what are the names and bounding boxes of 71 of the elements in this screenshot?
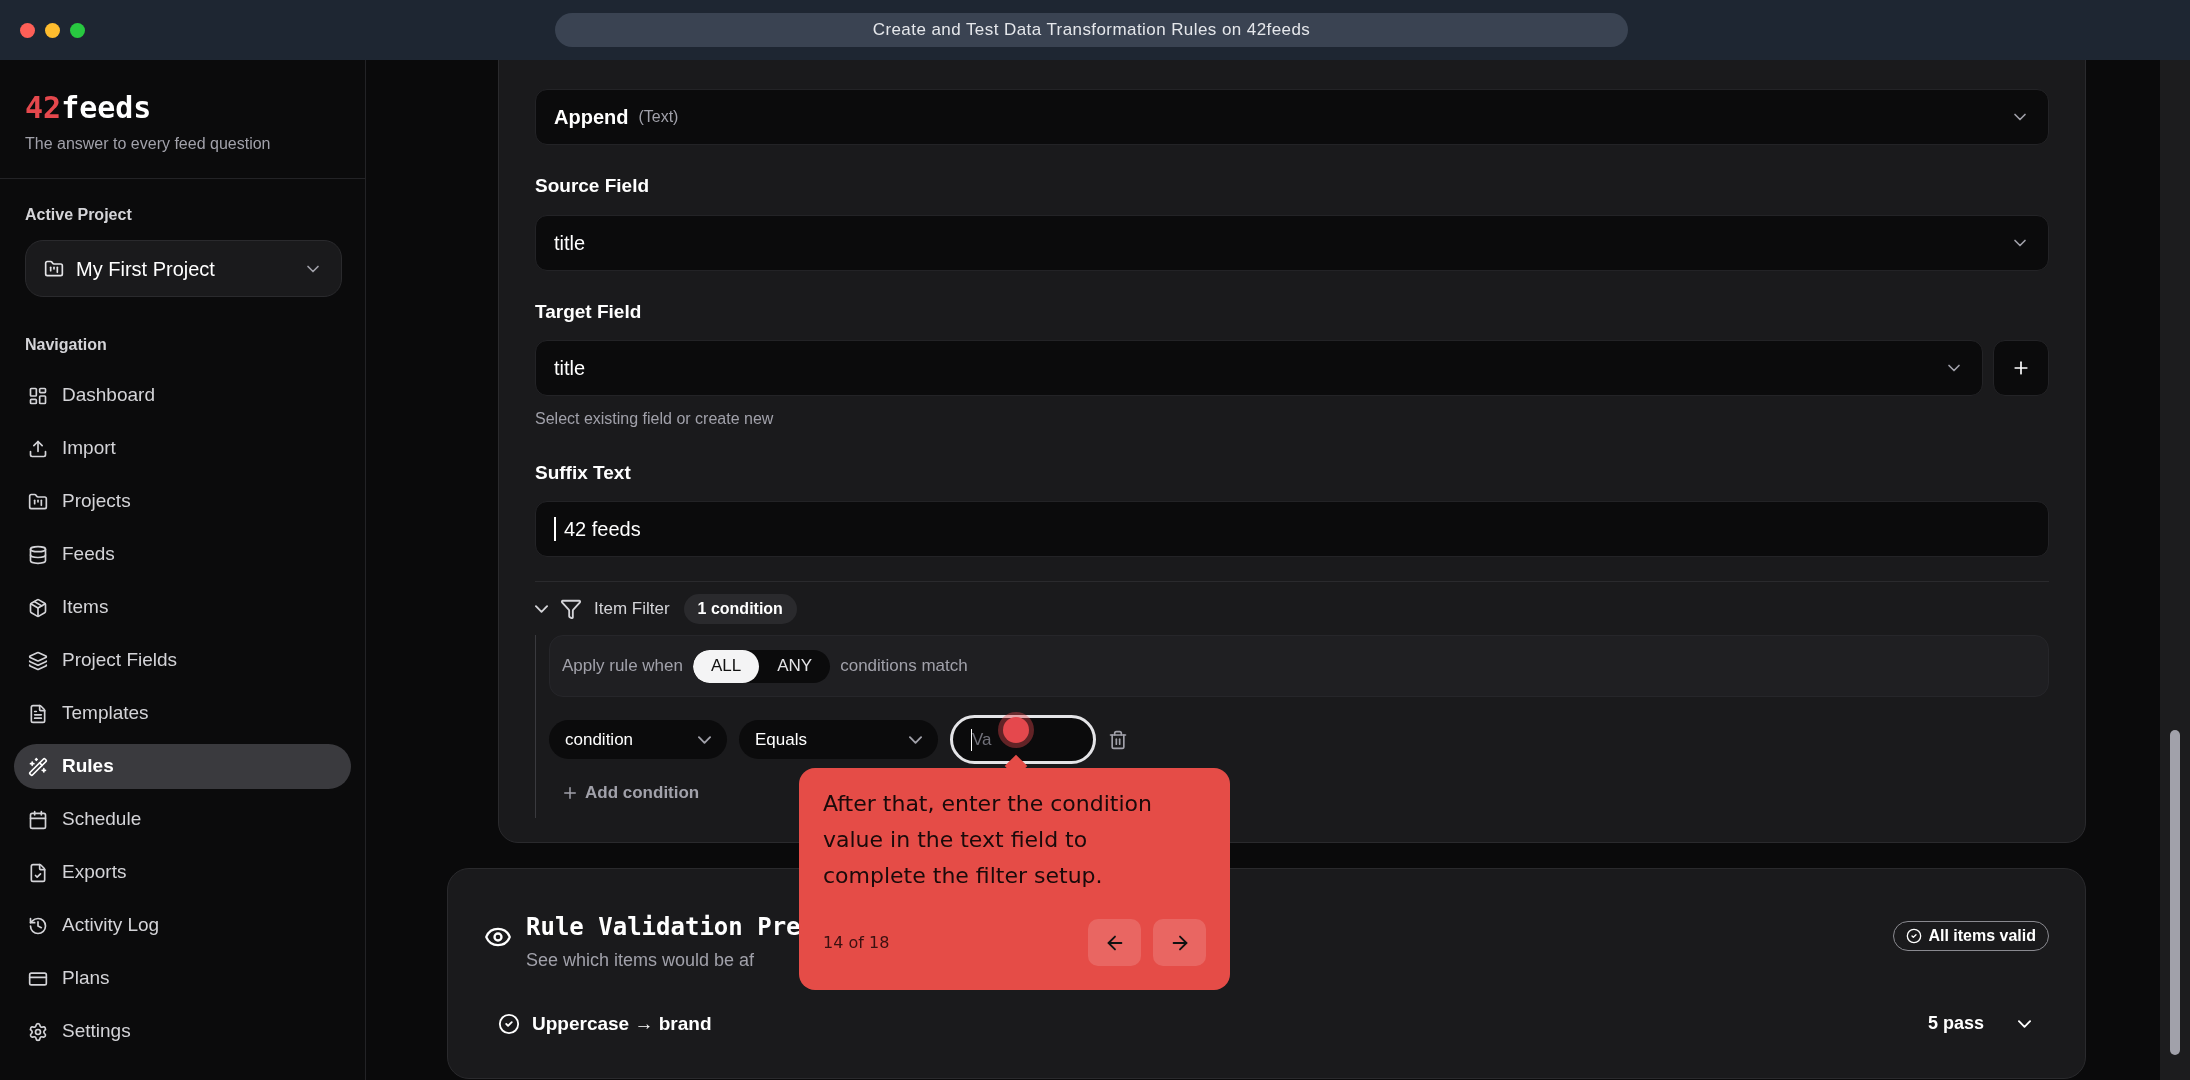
chevron-down-icon	[909, 735, 922, 744]
add-field-button[interactable]	[1993, 340, 2049, 396]
field-label: Target Field	[535, 300, 642, 324]
text-cursor	[554, 517, 556, 541]
close-window-icon[interactable]	[20, 22, 35, 38]
nav-item[interactable]: Plans	[14, 956, 351, 1001]
match-mode-toggle[interactable]: ALL	[692, 649, 760, 683]
section-subtitle: See which items would be af	[526, 948, 755, 972]
delete-icon[interactable]	[1108, 729, 1128, 750]
database-icon	[28, 544, 48, 565]
condition-value-input[interactable]: Va	[950, 715, 1096, 764]
upload-icon	[28, 438, 48, 459]
conditions-match-text: conditions match	[840, 655, 968, 678]
add-condition-button[interactable]: Add condition	[561, 780, 700, 806]
folder-icon	[28, 491, 48, 512]
rule-row[interactable]: Uppercase → brand 5 pass	[484, 1009, 2049, 1038]
condition-count: 1 condition	[683, 594, 797, 624]
document-icon	[28, 703, 48, 724]
apply-rule-text: Apply rule when	[562, 655, 683, 678]
nav-item[interactable]: Project Fields	[14, 638, 351, 683]
suffix-text-input[interactable]: 42 feeds	[535, 501, 2049, 557]
filter-icon	[560, 598, 582, 620]
tagline: The answer to every feed question	[25, 134, 271, 154]
nav-item[interactable]: Schedule	[14, 797, 351, 842]
address-bar[interactable]: Create and Test Data Transformation Rules on 42feeds	[555, 13, 1628, 47]
transformation-type-select[interactable]: Append (Text)	[535, 89, 2049, 145]
field-label: Source Field	[535, 174, 650, 198]
step-counter: 14 of 18	[823, 931, 891, 954]
nav-item[interactable]: Import	[14, 426, 351, 471]
project-select[interactable]: My First Project	[25, 240, 342, 297]
check-circle-icon	[1906, 927, 1923, 944]
chevron-down-icon	[2018, 1019, 2031, 1028]
nav-item[interactable]: Feeds	[14, 532, 351, 577]
next-button[interactable]	[1153, 919, 1206, 966]
source-field-select[interactable]: title	[535, 215, 2049, 271]
text-cursor	[971, 728, 972, 751]
nav-item[interactable]: Activity Log	[14, 903, 351, 948]
match-mode-toggle[interactable]: ANY	[759, 649, 831, 683]
section-label: Navigation	[25, 335, 107, 355]
nav-item[interactable]: Projects	[14, 479, 351, 524]
item-filter-label: Item Filter	[594, 598, 670, 621]
section-title: Rule Validation Pre	[526, 911, 801, 943]
maximize-window-icon[interactable]	[70, 22, 85, 38]
file-check-icon	[28, 862, 48, 883]
layers-icon	[28, 650, 48, 671]
nav-item[interactable]: Dashboard	[14, 373, 351, 418]
nav-item[interactable]: Templates	[14, 691, 351, 736]
wand-icon	[28, 756, 48, 777]
chevron-down-icon	[535, 605, 548, 613]
nav-item[interactable]: Rules	[14, 744, 351, 789]
field-label: Suffix Text	[535, 461, 631, 485]
nav-item[interactable]: Items	[14, 585, 351, 630]
package-icon	[28, 597, 48, 618]
tooltip-text: After that, enter the condition value in the text field to complete the filter setup.	[823, 790, 1153, 890]
target-field-select[interactable]: title	[535, 340, 1983, 396]
operator-select[interactable]: Equals	[739, 720, 938, 759]
condition-field-select[interactable]: condition	[549, 720, 727, 759]
history-icon	[28, 915, 48, 936]
nav-item[interactable]: Settings	[14, 1009, 351, 1054]
settings-icon	[28, 1021, 48, 1042]
help-text: Select existing field or create new	[535, 409, 774, 429]
back-button[interactable]	[1088, 919, 1141, 966]
check-circle-icon	[498, 1012, 520, 1035]
nav-item[interactable]: Exports	[14, 850, 351, 895]
logo: 42feeds	[25, 90, 152, 126]
minimize-window-icon[interactable]	[45, 22, 60, 38]
folder-icon	[44, 258, 64, 279]
chevron-down-icon	[698, 735, 711, 744]
dashboard-icon	[28, 385, 48, 406]
section-label: Active Project	[25, 205, 132, 225]
calendar-icon	[28, 809, 48, 830]
